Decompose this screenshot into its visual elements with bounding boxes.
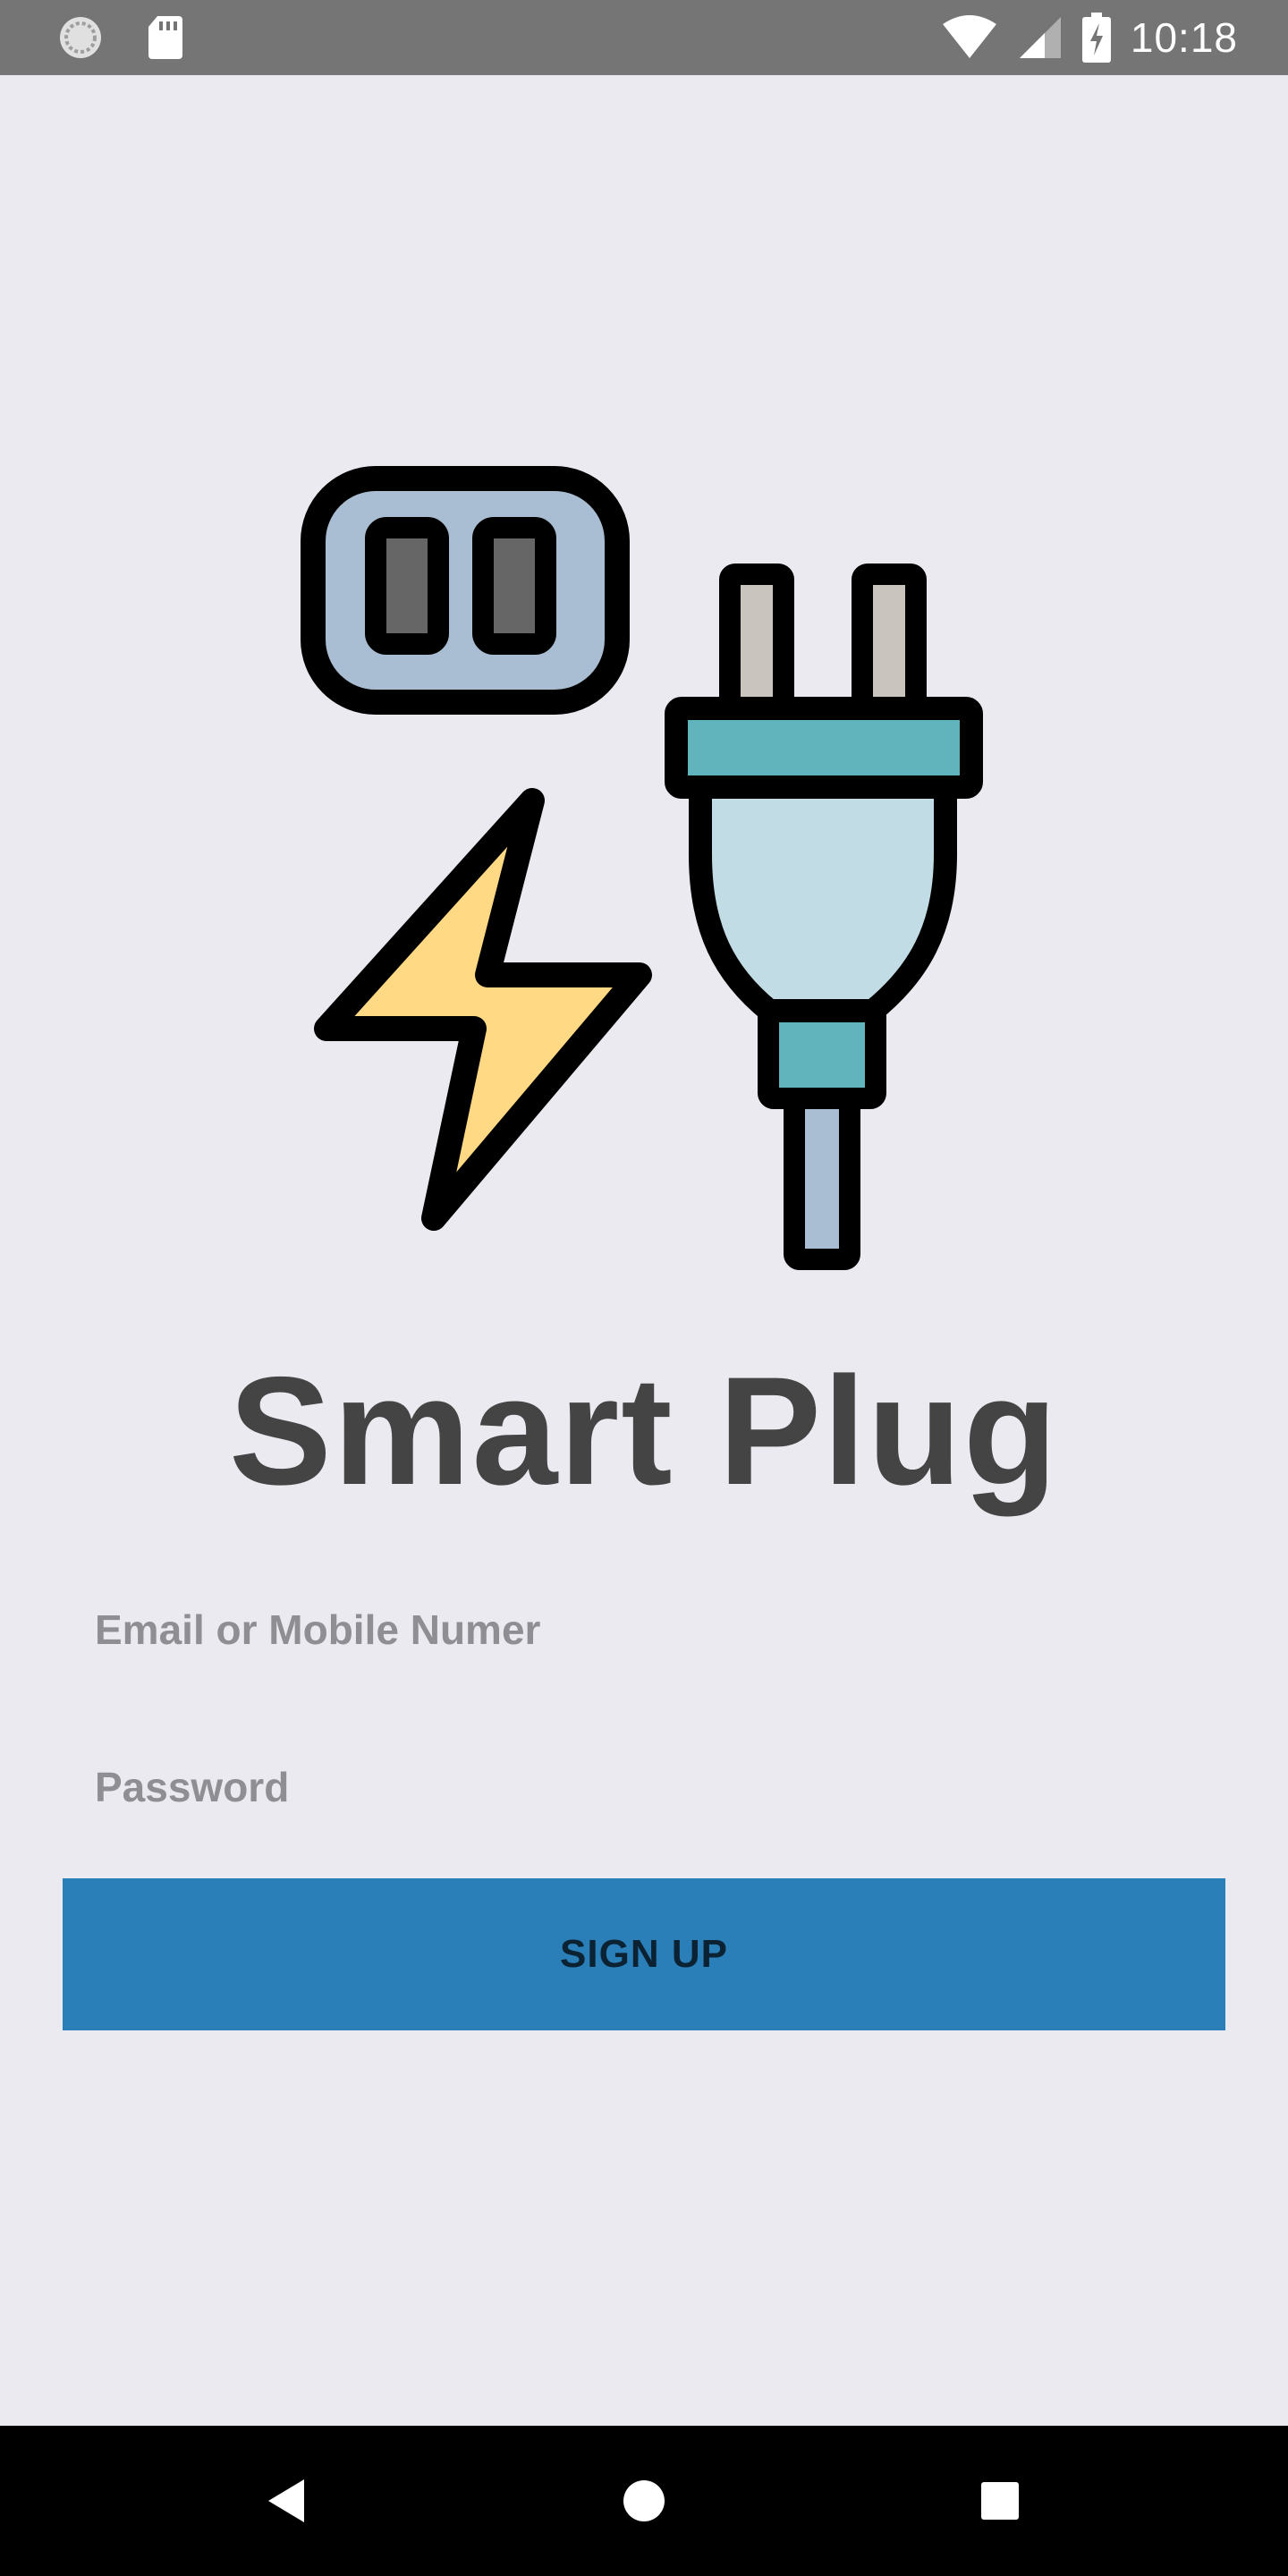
- status-time: 10:18: [1130, 14, 1238, 61]
- smart-plug-logo: [301, 466, 983, 1270]
- status-right-icons: 10:18: [941, 9, 1238, 66]
- back-icon[interactable]: [250, 2465, 322, 2537]
- password-input[interactable]: [80, 1733, 1208, 1841]
- recents-icon[interactable]: [964, 2465, 1036, 2537]
- cell-signal-icon: [1019, 17, 1061, 58]
- home-icon[interactable]: [608, 2465, 680, 2537]
- lightning-bolt-icon: [314, 788, 652, 1231]
- wifi-icon: [942, 15, 996, 58]
- sync-icon: [60, 17, 101, 58]
- sd-card-icon: [148, 16, 182, 59]
- status-bar: 10:18: [0, 0, 1288, 75]
- login-screen: 10:18 Smart Plug SIGN UP: [0, 0, 1288, 2576]
- power-outlet-icon: [301, 466, 630, 715]
- electric-plug-icon: [665, 564, 983, 1270]
- signup-button[interactable]: SIGN UP: [63, 1878, 1225, 2030]
- navigation-bar: [0, 2426, 1288, 2576]
- app-title: Smart Plug: [229, 1345, 1059, 1517]
- battery-charging-icon: [1081, 13, 1111, 63]
- email-input[interactable]: [80, 1576, 1208, 1683]
- status-left-icons: [57, 13, 184, 63]
